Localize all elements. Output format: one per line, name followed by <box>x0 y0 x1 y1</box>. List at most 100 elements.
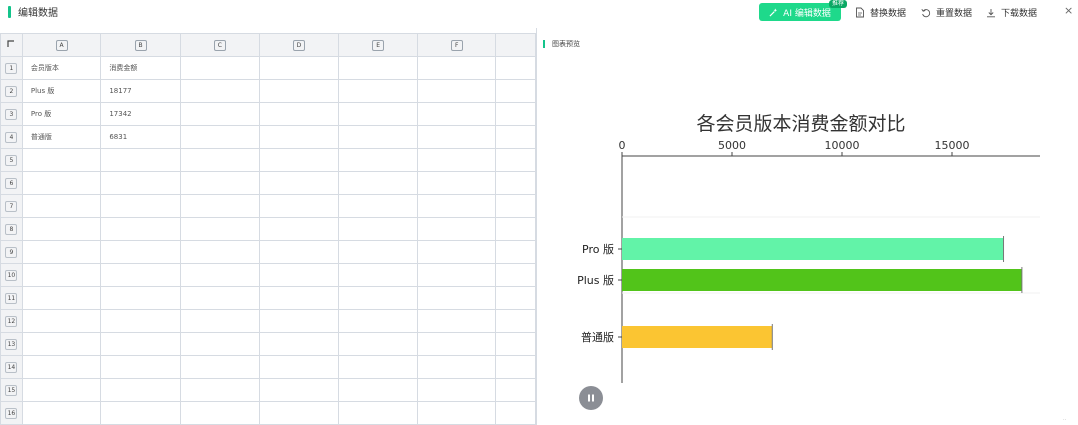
table-cell[interactable] <box>495 332 536 356</box>
table-cell[interactable] <box>417 194 497 218</box>
table-cell[interactable] <box>417 56 497 80</box>
table-cell[interactable] <box>338 79 419 103</box>
table-cell[interactable] <box>179 79 260 103</box>
row-header[interactable]: 9 <box>0 240 23 264</box>
table-cell[interactable] <box>100 309 181 333</box>
table-cell[interactable] <box>495 401 536 425</box>
row-header[interactable]: 5 <box>0 148 23 172</box>
row-header[interactable]: 4 <box>0 125 23 149</box>
table-cell[interactable] <box>495 148 536 172</box>
table-cell[interactable] <box>179 148 260 172</box>
table-cell[interactable] <box>495 355 536 379</box>
row-header[interactable]: 12 <box>0 309 23 333</box>
table-cell[interactable] <box>179 263 260 287</box>
table-cell[interactable] <box>21 332 102 356</box>
table-cell[interactable] <box>258 102 340 126</box>
pause-button[interactable] <box>579 386 603 410</box>
table-cell[interactable] <box>258 263 340 287</box>
replace-data-button[interactable]: 替换数据 <box>855 6 906 19</box>
table-cell[interactable] <box>338 194 419 218</box>
table-cell[interactable] <box>338 217 419 241</box>
table-cell[interactable] <box>258 378 340 402</box>
table-cell[interactable] <box>21 286 102 310</box>
table-cell[interactable] <box>100 378 181 402</box>
table-cell[interactable] <box>417 148 497 172</box>
table-cell[interactable] <box>495 79 536 103</box>
table-cell[interactable] <box>100 263 181 287</box>
table-cell[interactable] <box>495 378 536 402</box>
table-cell[interactable] <box>21 194 102 218</box>
column-header-b[interactable]: B <box>100 33 181 57</box>
table-cell[interactable] <box>417 240 497 264</box>
table-cell[interactable] <box>100 401 181 425</box>
table-cell[interactable]: 6831 <box>100 125 181 149</box>
table-cell[interactable]: 会员版本 <box>21 56 102 80</box>
table-cell[interactable] <box>100 286 181 310</box>
row-header[interactable]: 6 <box>0 171 23 195</box>
table-cell[interactable] <box>258 148 340 172</box>
table-cell[interactable]: 消费金额 <box>100 56 181 80</box>
table-cell[interactable] <box>100 240 181 264</box>
table-cell[interactable] <box>338 378 419 402</box>
table-cell[interactable] <box>495 171 536 195</box>
table-cell[interactable] <box>338 102 419 126</box>
table-cell[interactable] <box>21 355 102 379</box>
table-cell[interactable] <box>338 309 419 333</box>
table-cell[interactable] <box>21 240 102 264</box>
table-cell[interactable]: Pro 版 <box>21 102 102 126</box>
table-cell[interactable] <box>258 125 340 149</box>
table-cell[interactable] <box>179 355 260 379</box>
table-cell[interactable] <box>338 263 419 287</box>
table-cell[interactable] <box>338 240 419 264</box>
table-cell[interactable] <box>495 56 536 80</box>
column-header-c[interactable]: C <box>179 33 260 57</box>
row-header[interactable]: 2 <box>0 79 23 103</box>
reset-data-button[interactable]: 重置数据 <box>921 6 972 19</box>
table-cell[interactable] <box>338 171 419 195</box>
table-cell[interactable]: Plus 版 <box>21 79 102 103</box>
download-data-button[interactable]: 下载数据 <box>986 6 1037 19</box>
table-cell[interactable] <box>495 309 536 333</box>
table-cell[interactable] <box>258 56 340 80</box>
table-cell[interactable] <box>258 332 340 356</box>
table-cell[interactable] <box>338 125 419 149</box>
table-cell[interactable]: 17342 <box>100 102 181 126</box>
table-cell[interactable] <box>338 56 419 80</box>
table-cell[interactable] <box>100 332 181 356</box>
table-cell[interactable] <box>179 171 260 195</box>
row-header[interactable]: 8 <box>0 217 23 241</box>
table-cell[interactable] <box>179 125 260 149</box>
table-cell[interactable] <box>179 401 260 425</box>
column-header-d[interactable]: D <box>258 33 340 57</box>
row-header[interactable]: 16 <box>0 401 23 425</box>
column-header-f[interactable]: F <box>417 33 497 57</box>
column-header-e[interactable]: E <box>338 33 419 57</box>
table-cell[interactable] <box>179 194 260 218</box>
table-cell[interactable] <box>258 309 340 333</box>
table-cell[interactable] <box>417 401 497 425</box>
table-cell[interactable] <box>338 148 419 172</box>
table-cell[interactable] <box>258 171 340 195</box>
table-cell[interactable] <box>21 401 102 425</box>
table-cell[interactable] <box>417 217 497 241</box>
table-cell[interactable] <box>179 102 260 126</box>
row-header[interactable]: 1 <box>0 56 23 80</box>
table-cell[interactable] <box>495 240 536 264</box>
table-cell[interactable] <box>417 171 497 195</box>
table-cell[interactable] <box>495 194 536 218</box>
table-cell[interactable] <box>417 286 497 310</box>
table-cell[interactable] <box>258 240 340 264</box>
table-cell[interactable] <box>417 263 497 287</box>
table-cell[interactable] <box>258 194 340 218</box>
table-cell[interactable] <box>179 378 260 402</box>
table-cell[interactable] <box>417 309 497 333</box>
table-cell[interactable] <box>100 355 181 379</box>
row-header[interactable]: 13 <box>0 332 23 356</box>
table-cell[interactable] <box>21 171 102 195</box>
table-cell[interactable] <box>417 355 497 379</box>
row-header[interactable]: 11 <box>0 286 23 310</box>
table-cell[interactable] <box>417 125 497 149</box>
table-cell[interactable] <box>100 194 181 218</box>
table-cell[interactable] <box>179 332 260 356</box>
table-cell[interactable] <box>258 79 340 103</box>
